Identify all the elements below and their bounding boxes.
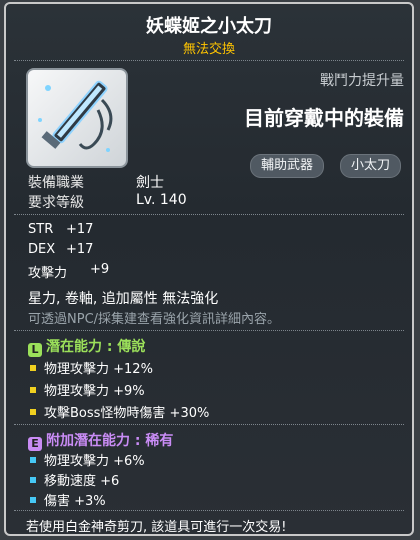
- bullet-icon: [30, 497, 36, 503]
- bullet-icon: [30, 387, 36, 393]
- bullet-icon: [30, 409, 36, 415]
- potential-line: 物理攻擊力 +9%: [30, 380, 145, 399]
- stat-value: +17: [66, 242, 94, 257]
- divider: [14, 60, 404, 62]
- additional-potential-label: 附加潛在能力 : 稀有: [46, 433, 174, 449]
- stat-value: +17: [66, 222, 94, 237]
- stat-name: DEX: [28, 242, 56, 257]
- enhance-properties: 星力, 卷軸, 追加屬性 無法強化: [28, 291, 219, 307]
- equipped-status: 目前穿戴中的裝備: [244, 106, 404, 130]
- stat-row-dex: DEX +17: [28, 242, 93, 257]
- additional-potential-header: E 附加潛在能力 : 稀有: [28, 430, 173, 451]
- requirement-label: 要求等級: [28, 195, 84, 211]
- additional-potential-line: 移動速度 +6: [30, 470, 119, 489]
- stat-row-str: STR +17: [28, 222, 93, 237]
- bullet-icon: [30, 477, 36, 483]
- stat-value: +9: [90, 262, 110, 277]
- potential-label: 潛在能力 : 傳說: [46, 339, 146, 355]
- short-sword-icon: [38, 80, 113, 152]
- enhance-hint: 可透過NPC/採集建查看強化資訊詳細內容。: [28, 312, 281, 327]
- stat-name: STR: [28, 222, 54, 237]
- divider: [14, 330, 404, 332]
- rare-grade-icon: E: [28, 437, 42, 451]
- bullet-icon: [30, 365, 36, 371]
- item-icon-frame: [26, 68, 128, 168]
- requirement-value: Lv. 140: [136, 192, 187, 208]
- trade-status: 無法交換: [182, 42, 235, 57]
- bullet-icon: [30, 457, 36, 463]
- combat-power-label: 戰鬥力提升量: [320, 73, 404, 89]
- item-name: 妖蝶姬之小太刀: [146, 16, 272, 37]
- item-tooltip: 妖蝶姬之小太刀 無法交換 戰鬥力提升量 目前穿戴中的裝備 輔助武器 小太刀 裝備…: [4, 2, 414, 536]
- requirement-label: 裝備職業: [28, 175, 84, 191]
- potential-line: 攻擊Boss怪物時傷害 +30%: [30, 402, 209, 421]
- stat-row-attack: 攻擊力 +9: [28, 262, 109, 281]
- divider: [14, 510, 404, 512]
- additional-potential-line: 物理攻擊力 +6%: [30, 450, 145, 469]
- trade-footer-note: 若使用白金神奇剪刀, 該道具可進行一次交易!: [26, 520, 287, 535]
- stat-name: 攻擊力: [28, 266, 68, 281]
- legendary-grade-icon: L: [28, 343, 42, 357]
- requirement-value: 劍士: [136, 175, 164, 191]
- divider: [14, 214, 404, 216]
- additional-potential-line: 傷害 +3%: [30, 490, 106, 509]
- potential-line: 物理攻擊力 +12%: [30, 358, 153, 377]
- potential-header: L 潛在能力 : 傳說: [28, 336, 145, 357]
- tag-secondary-weapon: 輔助武器: [250, 154, 325, 178]
- divider: [14, 424, 404, 426]
- tag-short-sword: 小太刀: [340, 154, 402, 178]
